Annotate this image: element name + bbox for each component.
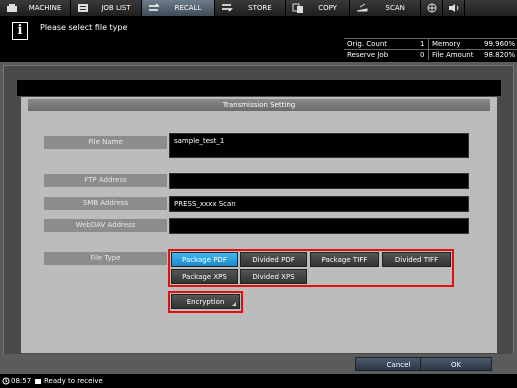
counter-row-1: Orig. Count 1 Memory 99.960% bbox=[344, 38, 517, 48]
package-xps-button[interactable]: Package XPS bbox=[171, 269, 238, 284]
tab-scan[interactable]: SCAN bbox=[350, 0, 422, 16]
webdav-address-field[interactable] bbox=[169, 218, 469, 234]
status-time: 08:57 bbox=[11, 377, 32, 385]
smb-address-label: SMB Address bbox=[44, 197, 167, 210]
globe-icon bbox=[426, 3, 438, 13]
corner-arrow-icon bbox=[232, 302, 236, 306]
machine-icon bbox=[6, 3, 18, 13]
tab-store[interactable]: STORE bbox=[214, 0, 286, 16]
info-icon: i bbox=[12, 22, 28, 40]
ftp-address-field[interactable] bbox=[169, 173, 469, 189]
top-tab-bar: MACHINE JOB LIST RECALL STORE COPY SCAN bbox=[0, 0, 517, 16]
file-name-label: File Name bbox=[44, 136, 167, 149]
tab-store-label: STORE bbox=[248, 4, 272, 12]
tab-scan-label: SCAN bbox=[385, 4, 405, 12]
smb-address-field[interactable]: PRESS_xxxx Scan bbox=[169, 196, 469, 212]
file-amount-value: 98.820% bbox=[484, 51, 516, 59]
divided-tiff-button[interactable]: Divided TIFF bbox=[382, 252, 451, 267]
tab-job-list[interactable]: JOB LIST bbox=[71, 0, 142, 16]
package-tiff-button[interactable]: Package TIFF bbox=[310, 252, 379, 267]
tab-copy-label: COPY bbox=[318, 4, 337, 12]
tab-job-list-label: JOB LIST bbox=[101, 4, 131, 12]
volume-button[interactable] bbox=[443, 0, 466, 16]
status-bar: 08:57 Ready to receive bbox=[0, 375, 517, 388]
dialog-title: Transmission Setting bbox=[28, 99, 490, 111]
reserve-job-value: 0 bbox=[420, 51, 425, 59]
counter-divider bbox=[428, 38, 429, 60]
encryption-button[interactable]: Encryption bbox=[171, 294, 240, 309]
job-list-icon bbox=[77, 3, 89, 13]
ftp-address-label: FTP Address bbox=[44, 174, 167, 187]
volume-icon bbox=[448, 3, 460, 13]
tab-copy[interactable]: COPY bbox=[285, 0, 351, 16]
webdav-address-label: WebDAV Address bbox=[44, 219, 167, 232]
status-text: Ready to receive bbox=[44, 377, 103, 385]
tab-spacer bbox=[465, 0, 517, 16]
memory-label: Memory bbox=[432, 40, 461, 48]
clock-icon bbox=[2, 377, 10, 387]
dialog-header-bar bbox=[17, 80, 501, 96]
divided-xps-button[interactable]: Divided XPS bbox=[240, 269, 307, 284]
encryption-label: Encryption bbox=[186, 298, 225, 306]
tab-recall-label: RECALL bbox=[174, 4, 202, 12]
tab-machine[interactable]: MACHINE bbox=[0, 0, 71, 16]
counter-row-2: Reserve Job 0 File Amount 98.820% bbox=[344, 49, 517, 59]
counter-panel: Orig. Count 1 Memory 99.960% Reserve Job… bbox=[344, 38, 517, 60]
globe-button[interactable] bbox=[421, 0, 444, 16]
memory-value: 99.960% bbox=[484, 40, 516, 48]
file-amount-label: File Amount bbox=[432, 51, 474, 59]
package-pdf-button[interactable]: Package PDF bbox=[171, 252, 238, 267]
ok-button[interactable]: OK bbox=[420, 357, 492, 371]
file-type-label: File Type bbox=[44, 252, 167, 265]
file-name-field[interactable]: sample_test_1 bbox=[169, 133, 469, 158]
orig-count-value: 1 bbox=[420, 40, 425, 48]
reserve-job-label: Reserve Job bbox=[347, 51, 389, 59]
store-icon bbox=[221, 3, 233, 13]
receive-icon bbox=[34, 377, 42, 387]
orig-count-label: Orig. Count bbox=[347, 40, 388, 48]
divided-pdf-button[interactable]: Divided PDF bbox=[240, 252, 307, 267]
tab-machine-label: MACHINE bbox=[28, 4, 62, 12]
copy-icon bbox=[292, 3, 304, 13]
scan-icon bbox=[356, 3, 368, 13]
guidance-message: Please select file type bbox=[40, 23, 128, 32]
tab-recall[interactable]: RECALL bbox=[142, 0, 215, 16]
recall-icon bbox=[148, 3, 160, 13]
